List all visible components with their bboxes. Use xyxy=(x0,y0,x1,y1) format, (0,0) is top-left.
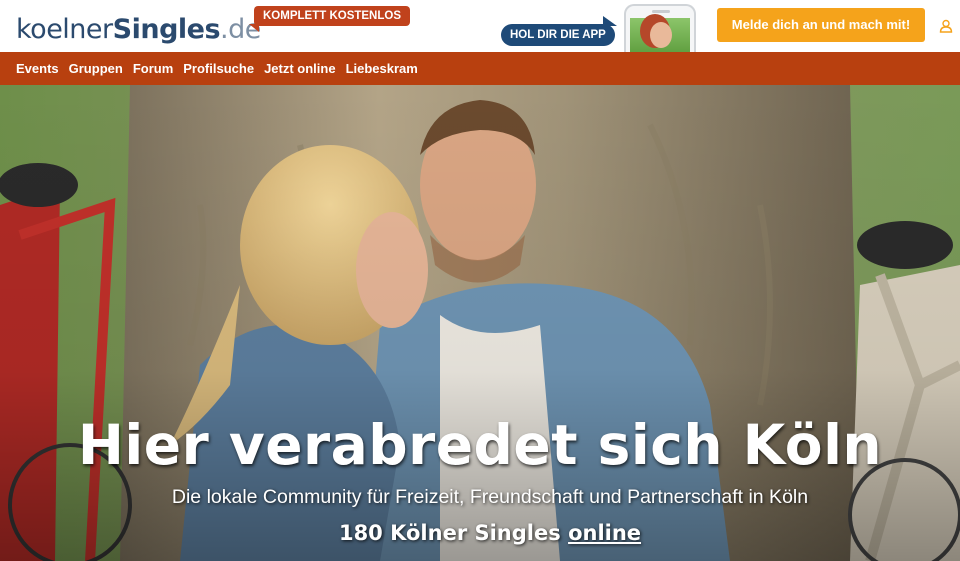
logo-text-koelner: koelner xyxy=(16,14,113,45)
nav-item-gruppen[interactable]: Gruppen xyxy=(69,61,123,76)
phone-screen xyxy=(630,18,690,54)
app-badge[interactable]: HOL DIR DIE APP xyxy=(501,16,617,46)
logo-text-singles: Singles xyxy=(112,14,221,45)
hero-subtitle: Die lokale Community für Freizeit, Freun… xyxy=(171,486,809,508)
main-nav-list: Events Gruppen Forum Profilsuche Jetzt o… xyxy=(0,52,960,85)
free-badge: KOMPLETT KOSTENLOS xyxy=(249,6,410,32)
site-logo[interactable]: koelnerSingles.de xyxy=(16,14,261,46)
site-header: koelnerSingles.de KOMPLETT KOSTENLOS HOL… xyxy=(0,0,960,54)
hero-title: Hier verabredet sich Köln xyxy=(77,413,883,477)
signup-cta-button[interactable]: Melde dich an und mach mit! xyxy=(717,8,925,42)
nav-item-events[interactable]: Events xyxy=(16,61,59,76)
phone-app-image[interactable] xyxy=(624,4,696,54)
nav-item-liebeskram[interactable]: Liebeskram xyxy=(346,61,418,76)
phone-notch xyxy=(652,10,670,13)
online-count-line: 180 Kölner Singles online xyxy=(0,519,960,547)
main-nav: Events Gruppen Forum Profilsuche Jetzt o… xyxy=(0,52,960,85)
phone-avatar-image xyxy=(650,22,672,48)
user-icon[interactable] xyxy=(939,19,953,33)
nav-item-jetzt-online[interactable]: Jetzt online xyxy=(264,61,336,76)
nav-item-profilsuche[interactable]: Profilsuche xyxy=(183,61,254,76)
nav-item-forum[interactable]: Forum xyxy=(133,61,173,76)
hero-section: Hier verabredet sich Köln Die lokale Com… xyxy=(0,85,960,561)
online-count-text: 180 Kölner Singles xyxy=(338,521,561,545)
online-link[interactable]: online xyxy=(568,521,641,545)
